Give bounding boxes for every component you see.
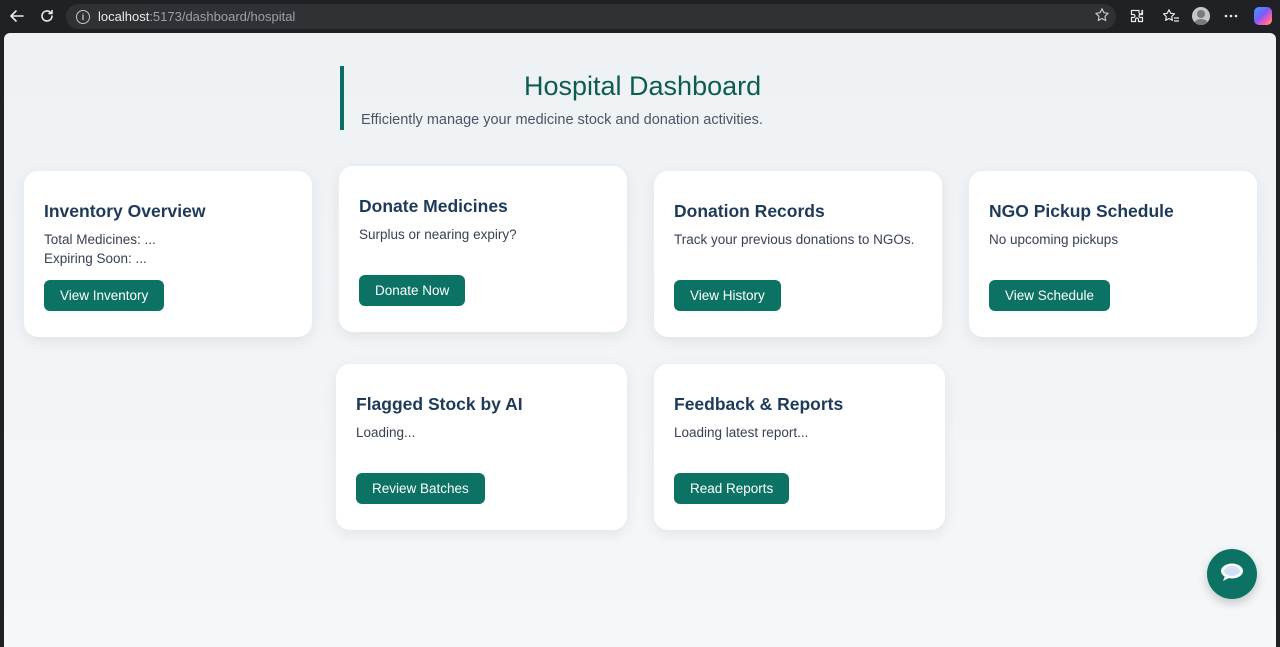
pickup-schedule-card: NGO Pickup Schedule No upcoming pickups … [969, 171, 1257, 337]
info-icon[interactable]: i [76, 9, 90, 24]
review-batches-button[interactable]: Review Batches [356, 473, 485, 504]
donate-card-description: Surplus or nearing expiry? [359, 227, 517, 242]
profile-icon[interactable] [1190, 5, 1212, 27]
address-bar[interactable]: i localhost:5173/dashboard/hospital [66, 4, 1116, 29]
donate-now-button[interactable]: Donate Now [359, 275, 466, 306]
read-reports-button[interactable]: Read Reports [674, 473, 790, 504]
star-icon[interactable] [1094, 7, 1110, 26]
flagged-stock-description: Loading... [356, 425, 416, 440]
view-inventory-button[interactable]: View Inventory [44, 280, 165, 311]
favorites-icon[interactable] [1160, 5, 1182, 27]
feedback-reports-card: Feedback & Reports Loading latest report… [654, 364, 945, 530]
pickup-schedule-title: NGO Pickup Schedule [989, 201, 1174, 221]
copilot-icon[interactable] [1252, 5, 1274, 27]
donate-card: Donate Medicines Surplus or nearing expi… [339, 166, 627, 332]
view-schedule-button[interactable]: View Schedule [989, 280, 1111, 311]
flagged-stock-title: Flagged Stock by AI [356, 394, 523, 414]
flagged-stock-card: Flagged Stock by AI Loading... Review Ba… [336, 364, 627, 530]
donation-records-card: Donation Records Track your previous don… [654, 171, 942, 337]
chat-button[interactable] [1207, 549, 1257, 599]
back-icon[interactable] [6, 5, 28, 27]
dashboard-header: Hospital Dashboard Efficiently manage yo… [340, 66, 940, 130]
extensions-icon[interactable] [1126, 5, 1148, 27]
donation-records-title: Donation Records [674, 201, 825, 221]
feedback-reports-title: Feedback & Reports [674, 394, 844, 414]
more-icon[interactable] [1220, 5, 1242, 27]
page-title: Hospital Dashboard [524, 71, 762, 101]
url-host: localhost [98, 9, 150, 24]
url-path: :5173/dashboard/hospital [149, 9, 296, 24]
reload-icon[interactable] [36, 5, 58, 27]
inventory-card: Inventory Overview Total Medicines: ... … [24, 171, 312, 337]
feedback-reports-description: Loading latest report... [674, 425, 809, 440]
donation-records-description: Track your previous donations to NGOs. [674, 232, 915, 247]
dashboard-page: Hospital Dashboard Efficiently manage yo… [4, 33, 1276, 647]
page-subtitle: Efficiently manage your medicine stock a… [361, 112, 763, 128]
expiring-soon-text: Expiring Soon: ... [44, 251, 147, 266]
inventory-card-title: Inventory Overview [44, 201, 206, 221]
total-medicines-text: Total Medicines: ... [44, 232, 156, 247]
browser-toolbar: i localhost:5173/dashboard/hospital [0, 0, 1280, 33]
chat-bubble-icon [1219, 561, 1245, 588]
pickup-schedule-description: No upcoming pickups [989, 232, 1119, 247]
donate-card-title: Donate Medicines [359, 196, 508, 216]
view-history-button[interactable]: View History [674, 280, 781, 311]
